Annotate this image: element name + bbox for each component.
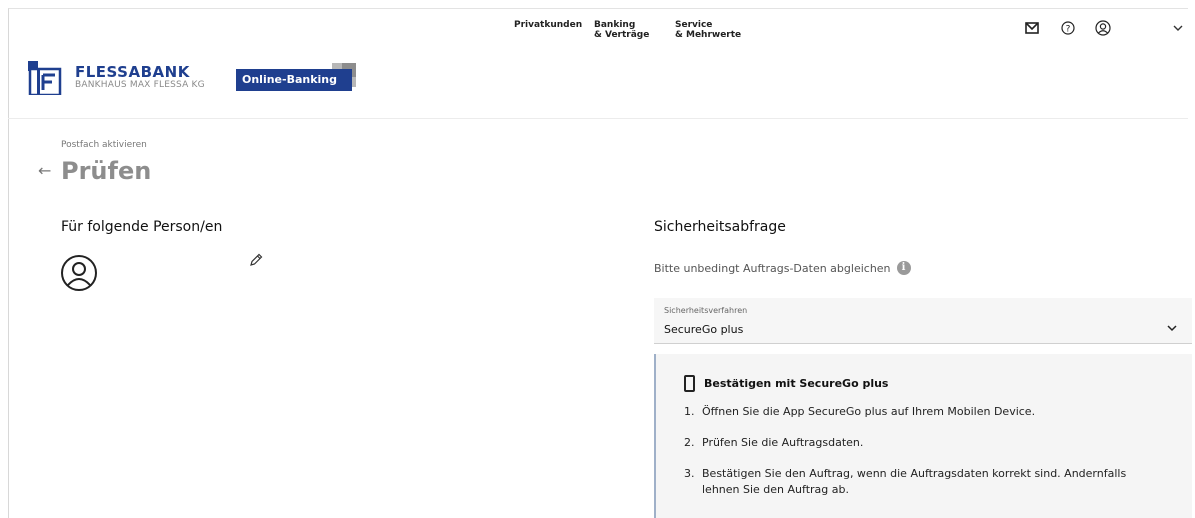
hint-text: Bitte unbedingt Auftrags-Daten abgleiche… [654, 261, 891, 275]
securego-instructions-panel: Bestätigen mit SecureGo plus 1. Öffnen S… [654, 354, 1192, 518]
brand-subtitle: BANKHAUS MAX FLESSA KG [75, 80, 205, 90]
nav-item-sublabel: & Verträge [594, 30, 650, 40]
security-section-title: Sicherheitsabfrage [654, 219, 786, 235]
select-label: Sicherheitsverfahren [664, 306, 748, 315]
list-item: 3. Bestätigen Sie den Auftrag, wenn die … [684, 466, 1164, 498]
edit-pencil-icon[interactable] [248, 252, 264, 268]
mail-icon[interactable] [1024, 20, 1040, 36]
panel-heading: Bestätigen mit SecureGo plus [684, 375, 888, 392]
panel-heading-text: Bestätigen mit SecureGo plus [704, 377, 889, 390]
nav-item-label: Banking [594, 20, 636, 30]
step-text: Prüfen Sie die Auftragsdaten. [702, 436, 864, 449]
avatar [60, 254, 98, 292]
nav-item-label: Service [675, 20, 713, 30]
breadcrumb[interactable]: Postfach aktivieren [61, 140, 147, 150]
list-item: 2. Prüfen Sie die Auftragsdaten. [684, 435, 1164, 451]
online-banking-badge: Online-Banking [236, 63, 360, 91]
brand: FLESSABANK BANKHAUS MAX FLESSA KG [75, 65, 205, 91]
online-banking-button[interactable]: Online-Banking [236, 69, 352, 91]
step-text: Öffnen Sie die App SecureGo plus auf Ihr… [702, 405, 1036, 418]
nav-item-privatkunden[interactable]: Privatkunden [514, 20, 582, 30]
steps-list: 1. Öffnen Sie die App SecureGo plus auf … [684, 404, 1164, 513]
step-number: 2. [684, 436, 695, 449]
info-icon[interactable]: i [896, 261, 911, 275]
bank-logo[interactable] [28, 61, 62, 97]
brand-name: FLESSABANK [75, 63, 190, 81]
help-icon[interactable]: ? [1060, 20, 1076, 36]
security-method-select[interactable]: Sicherheitsverfahren SecureGo plus [654, 298, 1192, 344]
chevron-down-icon [1167, 325, 1177, 332]
step-text: Bestätigen Sie den Auftrag, wenn die Auf… [702, 467, 1127, 496]
header-divider [8, 118, 1188, 119]
security-hint: Bitte unbedingt Auftrags-Daten abgleiche… [654, 261, 911, 275]
page-title: Prüfen [61, 157, 152, 185]
persons-section-title: Für folgende Person/en [61, 219, 223, 235]
nav-item-sublabel: & Mehrwerte [675, 30, 742, 40]
nav-item-banking[interactable]: Banking & Verträge [594, 20, 649, 40]
smartphone-icon [684, 375, 695, 392]
step-number: 1. [684, 405, 695, 418]
svg-text:?: ? [1066, 25, 1071, 35]
nav-item-label: Privatkunden [514, 20, 583, 30]
back-arrow-icon[interactable]: ← [38, 160, 51, 182]
select-value: SecureGo plus [664, 323, 744, 336]
step-number: 3. [684, 467, 695, 480]
nav-item-service[interactable]: Service & Mehrwerte [675, 20, 741, 40]
user-icon[interactable] [1095, 20, 1111, 36]
chevron-down-icon[interactable] [1170, 20, 1186, 36]
list-item: 1. Öffnen Sie die App SecureGo plus auf … [684, 404, 1164, 420]
